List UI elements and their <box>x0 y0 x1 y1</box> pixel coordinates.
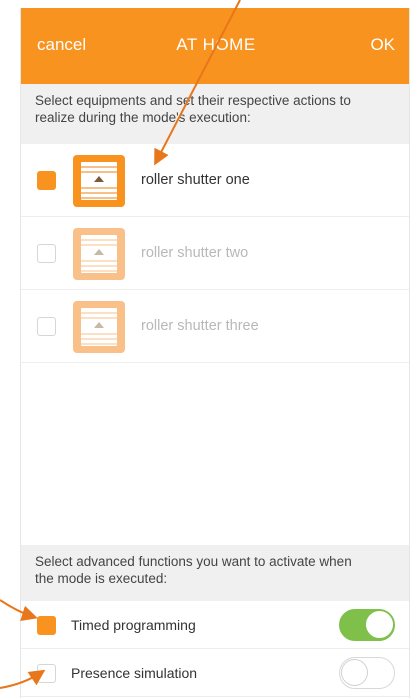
toggle-knob <box>341 659 368 686</box>
roller-shutter-icon <box>73 155 125 207</box>
function-label: Timed programming <box>71 617 196 633</box>
mode-editor-screen: cancel AT HOME OK Select equipments and … <box>20 8 410 698</box>
presence-simulation-toggle[interactable] <box>339 657 395 689</box>
equipment-list: roller shutter one roller shutter two ro… <box>21 144 409 363</box>
equipment-item-roller-shutter-one[interactable]: roller shutter one <box>21 144 409 217</box>
roller-shutter-icon <box>73 228 125 280</box>
equipment-label: roller shutter three <box>141 318 259 334</box>
roller-shutter-icon <box>73 301 125 353</box>
equipment-label: roller shutter one <box>141 172 250 188</box>
equipment-instruction: Select equipments and set their respecti… <box>21 84 409 144</box>
page-title: AT HOME <box>176 35 256 54</box>
equipment-checkbox[interactable] <box>37 244 56 263</box>
toggle-knob <box>366 611 393 638</box>
presence-simulation-checkbox[interactable] <box>37 664 56 683</box>
function-label: Presence simulation <box>71 665 198 681</box>
ok-button[interactable]: OK <box>370 35 395 55</box>
timed-programming-checkbox[interactable] <box>37 616 56 635</box>
equipment-checkbox[interactable] <box>37 171 56 190</box>
function-presence-simulation: Presence simulation <box>21 649 409 697</box>
equipment-item-roller-shutter-three[interactable]: roller shutter three <box>21 290 409 363</box>
equipment-checkbox[interactable] <box>37 317 56 336</box>
header-bar: cancel AT HOME OK <box>21 8 409 84</box>
equipment-label: roller shutter two <box>141 245 249 261</box>
timed-programming-toggle[interactable] <box>339 609 395 641</box>
advanced-instruction: Select advanced functions you want to ac… <box>21 545 409 601</box>
function-timed-programming: Timed programming <box>21 601 409 649</box>
equipment-item-roller-shutter-two[interactable]: roller shutter two <box>21 217 409 290</box>
